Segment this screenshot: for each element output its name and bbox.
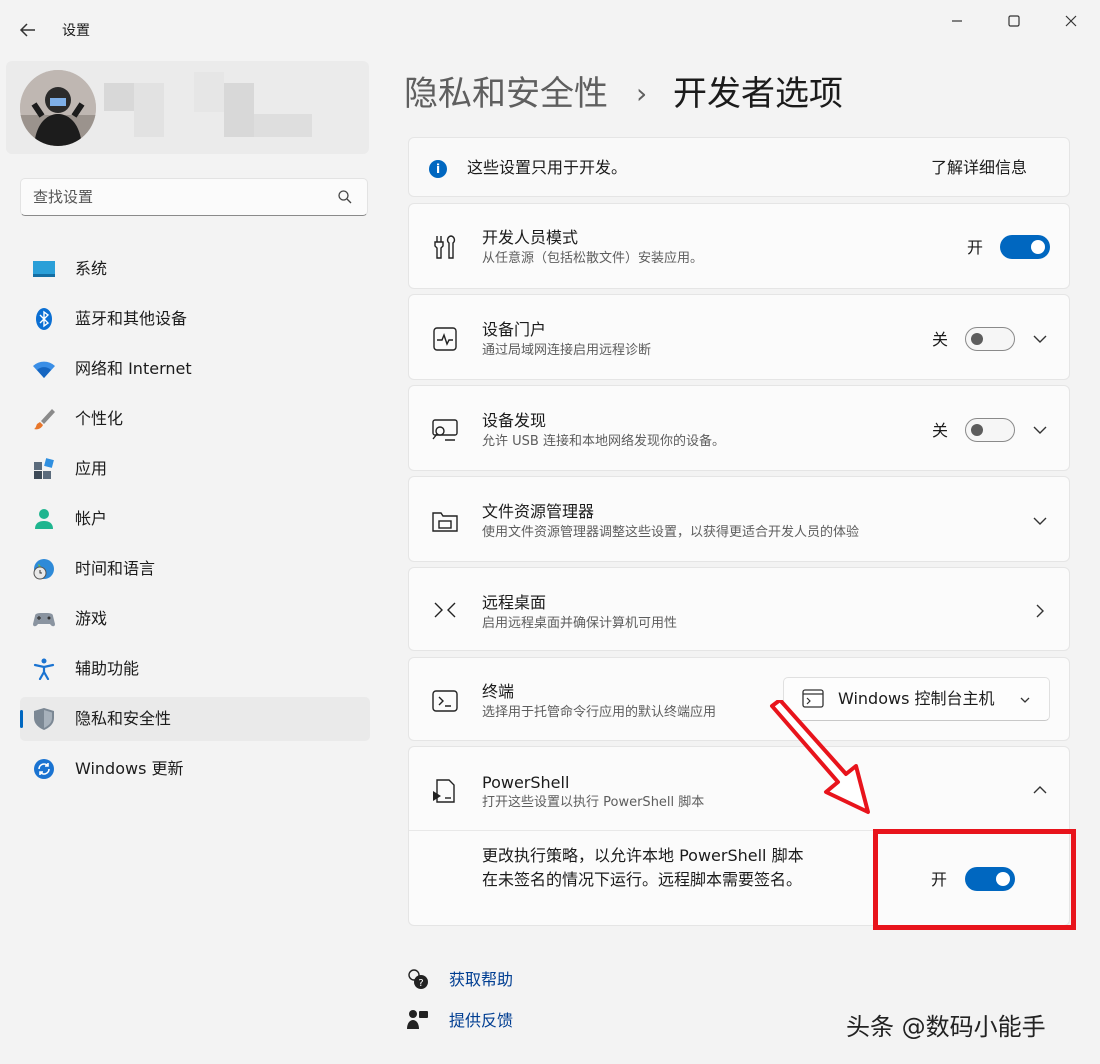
info-icon: i [429,160,447,178]
developer-tools-icon [434,235,456,259]
breadcrumb-separator: › [636,77,648,110]
powershell-icon [433,779,455,803]
sidebar-item-accessibility[interactable]: 辅助功能 [20,647,370,691]
file-explorer-card[interactable]: 文件资源管理器 使用文件资源管理器调整这些设置，以获得更适合开发人员的体验 [408,476,1070,562]
blurred-username [134,83,164,137]
sidebar-item-privacy-security[interactable]: 隐私和安全性 [20,697,370,741]
watermark: 头条 @数码小能手 [846,1013,1046,1041]
device-discovery-icon [432,419,458,441]
gamepad-icon [33,613,55,627]
terminal-icon [432,690,458,712]
apps-icon [34,458,54,479]
page-title: 开发者选项 [673,74,843,114]
feedback-link[interactable]: 提供反馈 [449,1010,513,1032]
help-icon: ? [408,969,428,989]
paintbrush-icon [34,409,55,430]
remote-desktop-card[interactable]: 远程桌面 启用远程桌面并确保计算机可用性 [408,567,1070,651]
blurred-email [254,114,312,137]
wifi-icon [33,361,55,378]
windows-update-icon [34,759,54,779]
device-portal-icon [433,327,457,351]
back-arrow-icon[interactable] [18,20,42,42]
system-display-icon [33,261,55,277]
developer-mode-toggle[interactable] [1000,235,1050,259]
folder-icon [432,512,458,532]
close-icon[interactable] [1048,8,1094,32]
window-title: 设置 [62,23,90,39]
blurred-username [104,83,134,111]
sidebar-item-bluetooth[interactable]: 蓝牙和其他设备 [20,297,370,341]
breadcrumb-parent[interactable]: 隐私和安全性 [404,70,608,118]
active-nav-indicator [20,710,23,728]
accessibility-icon [33,658,55,680]
blurred-username [224,83,254,137]
chevron-down-icon[interactable] [1032,422,1048,438]
learn-more-link[interactable]: 了解详细信息 [931,157,1027,179]
minimize-icon[interactable] [934,8,980,32]
shield-icon [34,708,54,730]
svg-text:?: ? [418,978,423,989]
sidebar-item-personalization[interactable]: 个性化 [20,397,370,441]
avatar [20,70,96,146]
account-icon [35,509,53,529]
bluetooth-icon [36,308,52,330]
sidebar-item-gaming[interactable]: 游戏 [20,597,370,641]
chevron-right-icon[interactable] [1032,603,1048,619]
device-discovery-card[interactable]: 设备发现 允许 USB 连接和本地网络发现你的设备。 关 [408,385,1070,471]
feedback-icon [407,1010,428,1029]
blurred-username [194,72,224,112]
search-box[interactable] [20,178,368,216]
sidebar-item-windows-update[interactable]: Windows 更新 [20,747,370,791]
chevron-down-icon [1020,697,1030,703]
maximize-icon[interactable] [991,8,1037,32]
globe-clock-icon [33,559,54,580]
developer-mode-card: 开发人员模式 从任意源（包括松散文件）安装应用。 开 [408,203,1070,289]
sidebar-item-apps[interactable]: 应用 [20,447,370,491]
execution-policy-description: 更改执行策略，以允许本地 PowerShell 脚本在未签名的情况下运行。远程脚… [482,846,804,889]
sidebar-item-accounts[interactable]: 帐户 [20,497,370,541]
get-help-link[interactable]: 获取帮助 [449,969,513,991]
info-bar: i 这些设置只用于开发。 了解详细信息 [408,137,1070,197]
annotation-arrow-icon [770,700,870,814]
device-portal-toggle[interactable] [965,327,1015,351]
chevron-down-icon[interactable] [1032,331,1048,347]
chevron-down-icon[interactable] [1032,513,1048,529]
sidebar-item-system[interactable]: 系统 [20,247,370,291]
remote-desktop-icon [434,602,456,618]
device-discovery-toggle[interactable] [965,418,1015,442]
annotation-highlight-box [873,829,1076,930]
device-portal-card[interactable]: 设备门户 通过局域网连接启用远程诊断 关 [408,294,1070,380]
search-icon[interactable] [337,189,353,205]
search-input[interactable] [33,179,323,215]
sidebar-item-time-language[interactable]: 时间和语言 [20,547,370,591]
sidebar-item-network[interactable]: 网络和 Internet [20,347,370,391]
chevron-up-icon[interactable] [1032,782,1048,798]
